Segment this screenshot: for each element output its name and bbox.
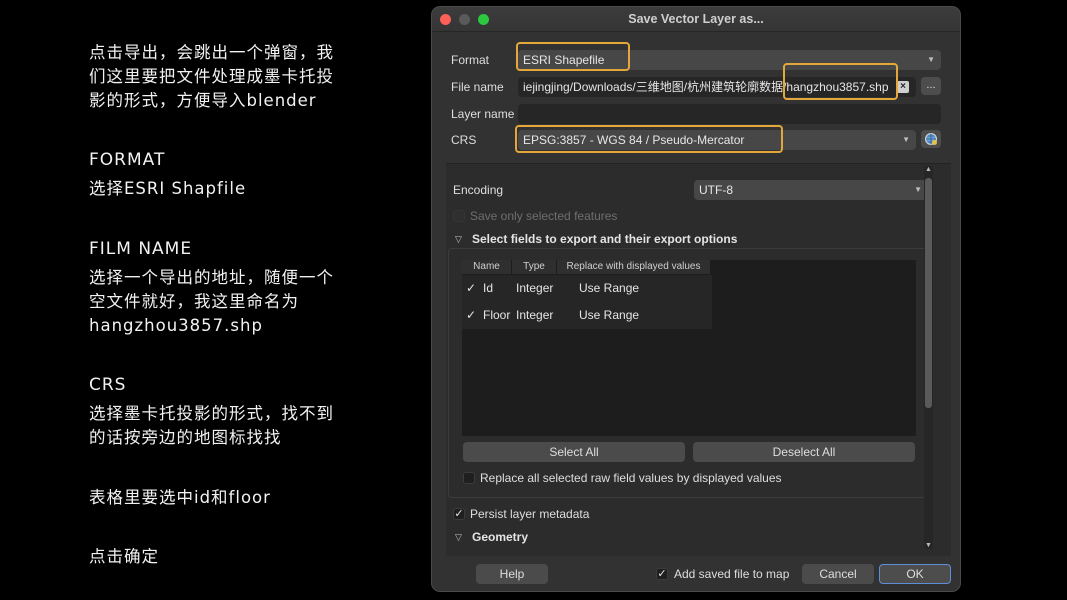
options-scroll-area[interactable]: Encoding UTF-8 ▼ Save only selected feat…	[446, 163, 951, 557]
add-saved-label: Add saved file to map	[674, 567, 790, 581]
fields-table[interactable]: Name Type Replace with displayed values …	[462, 260, 916, 436]
collapse-triangle-icon[interactable]: ▽	[455, 234, 462, 245]
filmname-note: 选择一个导出的地址，随便一个 空文件就好，我这里命名为 hangzhou3857…	[89, 268, 334, 335]
options-scrollbar[interactable]: ▲ ▼	[924, 166, 933, 549]
add-saved-checkbox[interactable]: ✓	[656, 568, 668, 580]
ok-button[interactable]: OK	[879, 564, 951, 584]
encoding-select[interactable]: UTF-8 ▼	[694, 180, 928, 200]
scrollbar-thumb[interactable]	[925, 178, 932, 408]
crs-note: 选择墨卡托投影的形式，找不到 的话按旁边的地图标找找	[89, 404, 334, 447]
field-replace[interactable]: Use Range	[579, 281, 639, 295]
deselect-all-button[interactable]: Deselect All	[693, 442, 915, 462]
filename-highlight-box	[783, 63, 898, 100]
format-label: Format	[451, 53, 490, 67]
replace-all-checkbox[interactable]	[463, 472, 475, 484]
save-selected-label: Save only selected features	[470, 209, 618, 223]
chevron-down-icon: ▼	[927, 55, 935, 64]
field-replace[interactable]: Use Range	[579, 308, 639, 322]
crs-heading: CRS	[89, 375, 127, 395]
title-bar[interactable]: Save Vector Layer as...	[432, 7, 960, 32]
field-type: Integer	[516, 308, 554, 322]
persist-metadata-checkbox[interactable]: ✓	[453, 508, 465, 520]
save-vector-layer-dialog: Save Vector Layer as... Format ESRI Shap…	[431, 6, 961, 592]
globe-icon	[925, 133, 937, 145]
field-name: Floor	[483, 308, 511, 322]
scroll-down-icon[interactable]: ▼	[925, 542, 932, 549]
encoding-label: Encoding	[453, 183, 504, 197]
intro-note: 点击导出，会跳出一个弹窗，我 们这里要把文件处理成墨卡托投 影的形式，方便导入b…	[89, 43, 334, 110]
collapse-triangle-icon[interactable]: ▽	[455, 532, 462, 543]
encoding-select-value: UTF-8	[699, 183, 733, 197]
field-name: Id	[483, 281, 494, 295]
layername-input[interactable]	[518, 104, 941, 124]
persist-metadata-label: Persist layer metadata	[470, 507, 590, 521]
format-highlight-box	[516, 42, 630, 71]
dialog-button-bar: Help ✓ Add saved file to map Cancel OK	[432, 556, 960, 591]
clear-filename-icon[interactable]: ×	[897, 81, 909, 93]
table-header-name[interactable]: Name	[462, 260, 512, 274]
crs-highlight-box	[515, 125, 783, 153]
table-row[interactable]: ✓ Floor Integer Use Range	[462, 302, 712, 330]
select-crs-button[interactable]	[921, 130, 941, 148]
filmname-heading: FILM NAME	[89, 239, 193, 259]
format-heading: FORMAT	[89, 150, 166, 170]
table-header-type[interactable]: Type	[512, 260, 557, 274]
confirm-note: 点击确定	[89, 547, 159, 566]
browse-button[interactable]: ...	[921, 77, 941, 95]
help-button[interactable]: Help	[476, 564, 548, 584]
layername-label: Layer name	[451, 107, 515, 121]
filename-label: File name	[451, 80, 504, 94]
scroll-up-icon[interactable]: ▲	[925, 166, 932, 173]
format-note: 选择ESRI Shapfile	[89, 179, 247, 198]
dialog-title: Save Vector Layer as...	[628, 12, 764, 26]
select-all-button[interactable]: Select All	[463, 442, 685, 462]
geometry-section-title[interactable]: Geometry	[472, 530, 528, 544]
crs-label: CRS	[451, 133, 477, 147]
table-row[interactable]: ✓ Id Integer Use Range	[462, 275, 712, 303]
chevron-down-icon: ▼	[902, 135, 910, 144]
row-checkbox[interactable]: ✓	[466, 281, 476, 295]
save-selected-checkbox[interactable]	[453, 210, 465, 222]
fields-section-title[interactable]: Select fields to export and their export…	[472, 232, 737, 246]
table-header-replace[interactable]: Replace with displayed values	[557, 260, 711, 274]
field-type: Integer	[516, 281, 554, 295]
chevron-down-icon: ▼	[914, 185, 922, 194]
replace-all-label: Replace all selected raw field values by…	[480, 471, 782, 485]
table-note: 表格里要选中id和floor	[89, 488, 271, 507]
row-checkbox[interactable]: ✓	[466, 308, 476, 322]
cancel-button[interactable]: Cancel	[802, 564, 874, 584]
